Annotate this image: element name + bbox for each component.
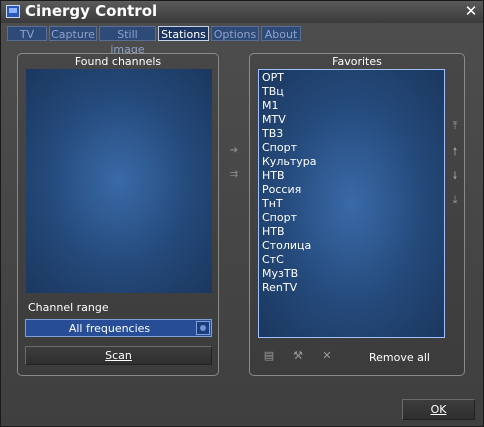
- channel-range-label: Channel range: [28, 301, 109, 314]
- tab-options[interactable]: Options: [211, 26, 259, 41]
- clipboard-icon[interactable]: ▤: [262, 350, 276, 362]
- list-item[interactable]: ТВ3: [262, 127, 283, 141]
- title-bar[interactable]: Cinergy Control ✕: [1, 1, 483, 23]
- delete-icon[interactable]: ✕: [320, 350, 334, 362]
- wrench-icon[interactable]: ⚒: [290, 350, 306, 362]
- move-down-icon[interactable]: 🠗: [449, 170, 461, 182]
- list-item[interactable]: Россия: [262, 183, 301, 197]
- list-item[interactable]: Спорт: [262, 211, 297, 225]
- dropdown-icon[interactable]: [196, 321, 210, 335]
- list-item[interactable]: Столица: [262, 239, 311, 253]
- list-item[interactable]: Культура: [262, 155, 316, 169]
- move-to-bottom-icon[interactable]: ⤓: [449, 194, 461, 206]
- ok-label: OK: [430, 403, 447, 416]
- list-item[interactable]: ОРТ: [262, 71, 284, 85]
- list-item[interactable]: RenTV: [262, 281, 297, 295]
- list-item[interactable]: ТВц: [262, 85, 284, 99]
- remove-all-label: Remove all: [369, 351, 430, 364]
- favorites-group: Favorites ОРТ ТВц М1 MTV ТВ3 Спорт Культ…: [249, 53, 465, 376]
- ok-button[interactable]: OK: [402, 399, 475, 420]
- app-icon: [6, 5, 20, 18]
- remove-all-button[interactable]: Remove all: [369, 351, 430, 364]
- list-item[interactable]: Спорт: [262, 141, 297, 155]
- tab-tv[interactable]: TV: [7, 26, 47, 41]
- favorites-list[interactable]: ОРТ ТВц М1 MTV ТВ3 Спорт Культура НТВ Ро…: [258, 69, 445, 338]
- scan-button[interactable]: Scan: [25, 346, 212, 365]
- tab-about[interactable]: About: [261, 26, 301, 41]
- list-item[interactable]: НТВ: [262, 225, 285, 239]
- scan-label: Scan: [105, 349, 132, 362]
- found-channels-group: Found channels Channel range All frequen…: [17, 53, 219, 376]
- list-item[interactable]: М1: [262, 99, 279, 113]
- channel-range-value: All frequencies: [68, 322, 151, 335]
- channel-range-select[interactable]: All frequencies: [25, 319, 212, 337]
- window-title: Cinergy Control: [25, 2, 158, 20]
- found-channels-list[interactable]: [26, 69, 212, 293]
- arrow-right-icon[interactable]: ➔: [227, 145, 241, 157]
- list-item[interactable]: МузТВ: [262, 267, 298, 281]
- cinergy-control-window: Cinergy Control ✕ TV Capture Still image…: [0, 0, 484, 427]
- favorites-title: Favorites: [332, 55, 382, 68]
- found-channels-title: Found channels: [74, 55, 162, 68]
- move-up-icon[interactable]: 🠕: [449, 146, 461, 158]
- move-to-top-icon[interactable]: ⤒: [449, 120, 461, 132]
- tab-capture[interactable]: Capture: [49, 26, 97, 41]
- list-item[interactable]: ТнТ: [262, 197, 283, 211]
- list-item[interactable]: СтС: [262, 253, 284, 267]
- double-arrow-right-icon[interactable]: ⇉: [225, 169, 243, 181]
- tab-still-image[interactable]: Still image: [99, 26, 156, 56]
- tab-stations[interactable]: Stations: [158, 26, 209, 41]
- list-item[interactable]: НТВ: [262, 169, 285, 183]
- list-item[interactable]: MTV: [262, 113, 286, 127]
- close-icon[interactable]: ✕: [463, 3, 479, 19]
